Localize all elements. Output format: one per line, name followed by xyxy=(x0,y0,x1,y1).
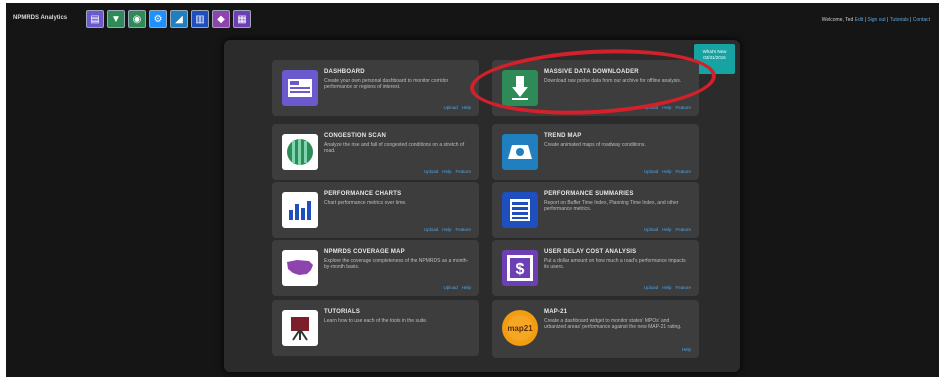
card-description: Create a dashboard widget to monitor sta… xyxy=(544,318,682,330)
edit-link[interactable]: Edit xyxy=(855,17,864,23)
card-description: Chart performance metrics over time. xyxy=(324,200,407,206)
charts-icon[interactable]: ▥ xyxy=(191,10,209,28)
whats-new-date: 03/31/2015 xyxy=(703,55,726,60)
card-title: MAP-21 xyxy=(544,309,568,315)
card-title: TUTORIALS xyxy=(324,309,361,315)
welcome-text: Welcome, Ted xyxy=(821,17,854,23)
card-dashboard[interactable]: DASHBOARD Create your own personal dashb… xyxy=(272,60,479,116)
card-description: Create your own personal dashboard to mo… xyxy=(324,78,449,90)
welcome-area: Welcome, Ted Edit | Sign out | Tutorials… xyxy=(821,17,930,23)
dashboard-icon[interactable]: ▤ xyxy=(86,10,104,28)
easel-icon xyxy=(282,310,318,346)
card-description: Download raw probe data from our archive… xyxy=(544,78,682,84)
trend-map-icon xyxy=(502,134,538,170)
help-link[interactable]: Help xyxy=(462,285,471,290)
feature-link[interactable]: Feature xyxy=(675,105,691,110)
table-icon xyxy=(502,192,538,228)
card-user-delay-cost-analysis[interactable]: $ USER DELAY COST ANALYSIS Put a dollar … xyxy=(492,240,699,296)
tool-icon-bar: ▤ ▼ ◉ ⚙ ◢ ▥ ◆ ▦ xyxy=(86,10,251,30)
congestion-icon[interactable]: ◉ xyxy=(128,10,146,28)
card-description: Learn how to use each of the tools in th… xyxy=(324,318,428,324)
brand-title[interactable]: NPMRDS Analytics xyxy=(13,15,67,21)
upload-link[interactable]: Upload xyxy=(443,285,457,290)
coverage-icon[interactable]: ◆ xyxy=(212,10,230,28)
card-trend-map[interactable]: TREND MAP Create animated maps of roadwa… xyxy=(492,124,699,180)
settings-icon[interactable]: ⚙ xyxy=(149,10,167,28)
feature-link[interactable]: Feature xyxy=(675,169,691,174)
contact-link[interactable]: Contact xyxy=(913,17,930,23)
card-description: Create animated maps of roadway conditio… xyxy=(544,142,646,148)
card-title: PERFORMANCE CHARTS xyxy=(324,191,402,197)
svg-text:$: $ xyxy=(516,261,525,278)
tools-panel: What's New 03/31/2015 DASHBOARD Create y… xyxy=(224,40,740,372)
dashboard-icon xyxy=(282,70,318,106)
card-title: USER DELAY COST ANALYSIS xyxy=(544,249,637,255)
card-title: PERFORMANCE SUMMARIES xyxy=(544,191,634,197)
card-description: Analyze the rise and fall of congested c… xyxy=(324,142,465,154)
help-link[interactable]: Help xyxy=(662,285,671,290)
upload-link[interactable]: Upload xyxy=(644,105,658,110)
upload-link[interactable]: Upload xyxy=(644,169,658,174)
card-performance-charts[interactable]: PERFORMANCE CHARTS Chart performance met… xyxy=(272,182,479,238)
card-description: Report on Buffer Time Index, Planning Ti… xyxy=(544,200,679,212)
downloader-icon xyxy=(502,70,538,106)
us-map-icon xyxy=(282,250,318,286)
help-link[interactable]: Help xyxy=(662,105,671,110)
upload-link[interactable]: Upload xyxy=(424,227,438,232)
user-delay-icon[interactable]: ▦ xyxy=(233,10,251,28)
top-bar: NPMRDS Analytics ▤ ▼ ◉ ⚙ ◢ ▥ ◆ ▦ Welcome… xyxy=(6,3,939,35)
tutorials-link[interactable]: Tutorials xyxy=(890,17,909,23)
upload-link[interactable]: Upload xyxy=(644,227,658,232)
card-title: TREND MAP xyxy=(544,133,582,139)
svg-text:map21: map21 xyxy=(507,324,533,333)
card-title: MASSIVE DATA DOWNLOADER xyxy=(544,69,639,75)
card-title: NPMRDS COVERAGE MAP xyxy=(324,249,405,255)
feature-link[interactable]: Feature xyxy=(675,285,691,290)
trend-map-icon[interactable]: ◢ xyxy=(170,10,188,28)
feature-link[interactable]: Feature xyxy=(455,169,471,174)
help-link[interactable]: Help xyxy=(662,227,671,232)
feature-link[interactable]: Feature xyxy=(455,227,471,232)
card-title: DASHBOARD xyxy=(324,69,365,75)
feature-link[interactable]: Feature xyxy=(675,227,691,232)
map21-logo-icon: map21 xyxy=(502,310,538,346)
card-tutorials[interactable]: TUTORIALS Learn how to use each of the t… xyxy=(272,300,479,356)
congestion-icon xyxy=(282,134,318,170)
bar-chart-icon xyxy=(282,192,318,228)
card-description: Explore the coverage completeness of the… xyxy=(324,258,469,270)
dollar-grid-icon: $ xyxy=(502,250,538,286)
card-map-21[interactable]: map21 MAP-21 Create a dashboard widget t… xyxy=(492,300,699,358)
help-link[interactable]: Help xyxy=(462,105,471,110)
sign-out-link[interactable]: Sign out xyxy=(867,17,885,23)
card-massive-data-downloader[interactable]: MASSIVE DATA DOWNLOADER Download raw pro… xyxy=(492,60,699,116)
app-window: NPMRDS Analytics ▤ ▼ ◉ ⚙ ◢ ▥ ◆ ▦ Welcome… xyxy=(6,3,939,377)
upload-link[interactable]: Upload xyxy=(424,169,438,174)
whats-new-badge[interactable]: What's New 03/31/2015 xyxy=(694,44,735,74)
help-link[interactable]: Help xyxy=(442,227,451,232)
card-title: CONGESTION SCAN xyxy=(324,133,387,139)
upload-link[interactable]: Upload xyxy=(443,105,457,110)
downloader-icon[interactable]: ▼ xyxy=(107,10,125,28)
card-description: Put a dollar amount on how much a road's… xyxy=(544,258,686,270)
card-npmrds-coverage-map[interactable]: NPMRDS COVERAGE MAP Explore the coverage… xyxy=(272,240,479,296)
help-link[interactable]: Help xyxy=(682,347,691,352)
card-performance-summaries[interactable]: PERFORMANCE SUMMARIES Report on Buffer T… xyxy=(492,182,699,238)
help-link[interactable]: Help xyxy=(662,169,671,174)
upload-link[interactable]: Upload xyxy=(644,285,658,290)
card-congestion-scan[interactable]: CONGESTION SCAN Analyze the rise and fal… xyxy=(272,124,479,180)
help-link[interactable]: Help xyxy=(442,169,451,174)
